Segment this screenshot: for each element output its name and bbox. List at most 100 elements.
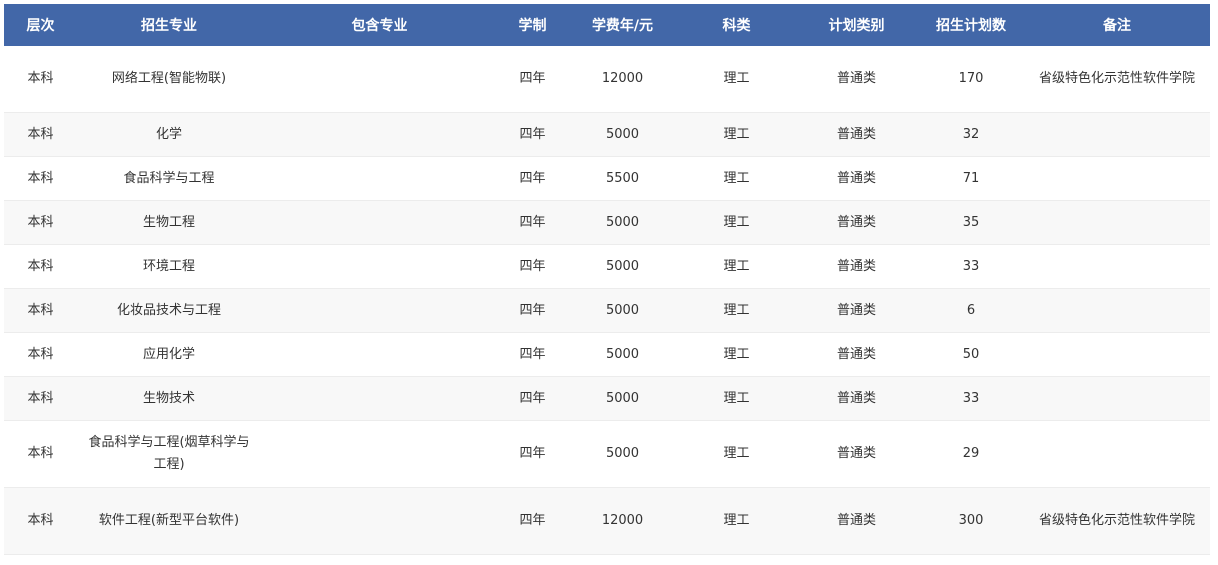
cell-included	[261, 112, 498, 157]
cell-category: 理工	[678, 244, 795, 289]
cell-quota: 33	[918, 244, 1024, 289]
table-header: 层次 招生专业 包含专业 学制 学费年/元 科类 计划类别 招生计划数 备注	[4, 4, 1210, 46]
cell-category: 理工	[678, 487, 795, 555]
cell-included	[261, 487, 498, 555]
cell-duration: 四年	[498, 376, 567, 421]
cell-included	[261, 288, 498, 333]
cell-fee: 5000	[567, 244, 678, 289]
cell-plan-type: 普通类	[795, 288, 918, 333]
cell-fee: 5500	[567, 156, 678, 201]
header-included-majors: 包含专业	[261, 4, 498, 46]
table-body: 本科 网络工程(智能物联) 四年 12000 理工 普通类 170 省级特色化示…	[4, 46, 1210, 555]
table-row: 本科 生物技术 四年 5000 理工 普通类 33	[4, 376, 1210, 421]
cell-category: 理工	[678, 112, 795, 157]
cell-plan-type: 普通类	[795, 244, 918, 289]
cell-note: 省级特色化示范性软件学院	[1024, 487, 1210, 555]
cell-duration: 四年	[498, 46, 567, 113]
cell-level: 本科	[4, 332, 77, 377]
cell-duration: 四年	[498, 288, 567, 333]
cell-level: 本科	[4, 112, 77, 157]
header-row: 层次 招生专业 包含专业 学制 学费年/元 科类 计划类别 招生计划数 备注	[4, 4, 1210, 46]
table-row: 本科 软件工程(新型平台软件) 四年 12000 理工 普通类 300 省级特色…	[4, 487, 1210, 555]
cell-plan-type: 普通类	[795, 156, 918, 201]
cell-plan-type: 普通类	[795, 420, 918, 488]
cell-note	[1024, 376, 1210, 421]
cell-duration: 四年	[498, 487, 567, 555]
cell-note	[1024, 112, 1210, 157]
enrollment-plan-table: 层次 招生专业 包含专业 学制 学费年/元 科类 计划类别 招生计划数 备注 本…	[4, 4, 1210, 555]
cell-fee: 12000	[567, 46, 678, 113]
cell-major: 化妆品技术与工程	[77, 288, 261, 333]
header-duration: 学制	[498, 4, 567, 46]
cell-level: 本科	[4, 420, 77, 488]
table-row: 本科 环境工程 四年 5000 理工 普通类 33	[4, 244, 1210, 289]
enrollment-plan-container: 层次 招生专业 包含专业 学制 学费年/元 科类 计划类别 招生计划数 备注 本…	[4, 4, 1210, 555]
cell-quota: 35	[918, 200, 1024, 245]
header-major: 招生专业	[77, 4, 261, 46]
cell-level: 本科	[4, 376, 77, 421]
cell-fee: 5000	[567, 332, 678, 377]
cell-fee: 5000	[567, 420, 678, 488]
cell-plan-type: 普通类	[795, 46, 918, 113]
cell-included	[261, 244, 498, 289]
cell-major: 食品科学与工程(烟草科学与工程)	[77, 420, 261, 488]
cell-note	[1024, 244, 1210, 289]
cell-level: 本科	[4, 46, 77, 113]
cell-level: 本科	[4, 156, 77, 201]
cell-plan-type: 普通类	[795, 332, 918, 377]
cell-level: 本科	[4, 487, 77, 555]
cell-fee: 12000	[567, 487, 678, 555]
cell-fee: 5000	[567, 112, 678, 157]
cell-plan-type: 普通类	[795, 487, 918, 555]
table-row: 本科 生物工程 四年 5000 理工 普通类 35	[4, 200, 1210, 245]
cell-note	[1024, 420, 1210, 488]
cell-quota: 170	[918, 46, 1024, 113]
table-row: 本科 食品科学与工程 四年 5500 理工 普通类 71	[4, 156, 1210, 201]
cell-duration: 四年	[498, 112, 567, 157]
cell-level: 本科	[4, 200, 77, 245]
cell-major: 化学	[77, 112, 261, 157]
table-row: 本科 网络工程(智能物联) 四年 12000 理工 普通类 170 省级特色化示…	[4, 46, 1210, 113]
cell-quota: 71	[918, 156, 1024, 201]
cell-major: 生物工程	[77, 200, 261, 245]
table-row: 本科 应用化学 四年 5000 理工 普通类 50	[4, 332, 1210, 377]
cell-fee: 5000	[567, 288, 678, 333]
cell-quota: 6	[918, 288, 1024, 333]
cell-category: 理工	[678, 376, 795, 421]
cell-quota: 50	[918, 332, 1024, 377]
cell-major: 网络工程(智能物联)	[77, 46, 261, 113]
cell-fee: 5000	[567, 376, 678, 421]
cell-fee: 5000	[567, 200, 678, 245]
cell-level: 本科	[4, 288, 77, 333]
cell-plan-type: 普通类	[795, 200, 918, 245]
cell-note	[1024, 156, 1210, 201]
cell-note	[1024, 288, 1210, 333]
header-category: 科类	[678, 4, 795, 46]
cell-level: 本科	[4, 244, 77, 289]
cell-quota: 33	[918, 376, 1024, 421]
header-quota: 招生计划数	[918, 4, 1024, 46]
cell-major: 软件工程(新型平台软件)	[77, 487, 261, 555]
cell-category: 理工	[678, 200, 795, 245]
cell-category: 理工	[678, 46, 795, 113]
cell-quota: 32	[918, 112, 1024, 157]
cell-quota: 300	[918, 487, 1024, 555]
cell-plan-type: 普通类	[795, 376, 918, 421]
cell-note: 省级特色化示范性软件学院	[1024, 46, 1210, 113]
cell-quota: 29	[918, 420, 1024, 488]
cell-included	[261, 376, 498, 421]
cell-note	[1024, 200, 1210, 245]
header-note: 备注	[1024, 4, 1210, 46]
header-tuition: 学费年/元	[567, 4, 678, 46]
cell-category: 理工	[678, 156, 795, 201]
cell-note	[1024, 332, 1210, 377]
cell-included	[261, 420, 498, 488]
header-plan-type: 计划类别	[795, 4, 918, 46]
cell-duration: 四年	[498, 200, 567, 245]
cell-major: 食品科学与工程	[77, 156, 261, 201]
cell-category: 理工	[678, 420, 795, 488]
cell-major: 环境工程	[77, 244, 261, 289]
cell-included	[261, 200, 498, 245]
cell-category: 理工	[678, 288, 795, 333]
cell-included	[261, 156, 498, 201]
